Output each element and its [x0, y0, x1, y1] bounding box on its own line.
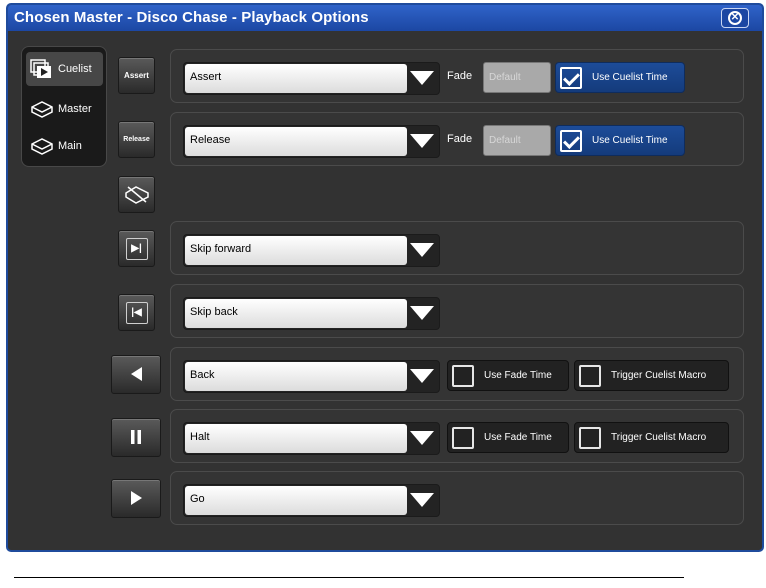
assert-button[interactable]: Assert: [118, 57, 155, 94]
sidebar-item-label: Cuelist: [58, 63, 92, 75]
chevron-down-icon: [410, 369, 434, 383]
assert-dropdown[interactable]: Assert: [183, 62, 440, 95]
sidebar: Cuelist Master Main: [21, 46, 107, 167]
skip-back-icon: |◀︎: [125, 301, 148, 324]
go-button[interactable]: [111, 479, 161, 518]
skip-back-row: Skip back: [170, 284, 744, 338]
dbo-button[interactable]: [118, 176, 155, 213]
master-icon: [30, 99, 54, 119]
skip-back-button[interactable]: |◀︎: [118, 294, 155, 331]
halt-button[interactable]: [111, 418, 161, 457]
go-dropdown[interactable]: Go: [183, 484, 440, 517]
go-row: Go: [170, 471, 744, 525]
close-button[interactable]: ✕: [721, 8, 749, 28]
dropdown-value: Go: [185, 486, 407, 515]
skip-forward-button[interactable]: ▶︎|: [118, 230, 155, 267]
toggle-label: Use Fade Time: [484, 432, 552, 443]
close-icon: ✕: [728, 11, 742, 25]
use-fade-time-toggle[interactable]: Use Fade Time: [447, 422, 569, 453]
pause-icon: [129, 429, 143, 447]
cuelist-icon: [30, 59, 54, 79]
chevron-down-icon: [410, 71, 434, 85]
chevron-down-icon: [410, 306, 434, 320]
sidebar-item-label: Master: [58, 103, 92, 115]
trigger-cuelist-macro-toggle[interactable]: Trigger Cuelist Macro: [574, 422, 729, 453]
dropdown-value: Skip back: [185, 299, 407, 328]
sidebar-item-cuelist[interactable]: Cuelist: [26, 52, 103, 86]
sidebar-item-main[interactable]: Main: [26, 129, 103, 163]
sidebar-item-master[interactable]: Master: [26, 92, 103, 126]
toggle-label: Use Cuelist Time: [592, 135, 668, 146]
use-cuelist-time-toggle[interactable]: Use Cuelist Time: [555, 62, 685, 93]
checkbox-icon: [579, 426, 601, 449]
toggle-label: Trigger Cuelist Macro: [611, 370, 707, 381]
assert-button-label: Assert: [124, 71, 149, 80]
back-row: Back Use Fade Time Trigger Cuelist Macro: [170, 347, 744, 401]
use-cuelist-time-toggle[interactable]: Use Cuelist Time: [555, 125, 685, 156]
chevron-down-icon: [410, 493, 434, 507]
fade-input[interactable]: Default: [483, 125, 551, 156]
dropdown-value: Assert: [185, 64, 407, 93]
checkbox-checked-icon: [560, 66, 582, 89]
toggle-label: Use Fade Time: [484, 370, 552, 381]
fade-label: Fade: [447, 133, 473, 145]
release-dropdown[interactable]: Release: [183, 125, 440, 158]
trigger-cuelist-macro-toggle[interactable]: Trigger Cuelist Macro: [574, 360, 729, 391]
chevron-down-icon: [410, 431, 434, 445]
skip-back-dropdown[interactable]: Skip back: [183, 297, 440, 330]
sidebar-item-label: Main: [58, 140, 82, 152]
toggle-label: Use Cuelist Time: [592, 72, 668, 83]
dropdown-value: Back: [185, 362, 407, 391]
dropdown-value: Halt: [185, 424, 407, 453]
play-icon: [129, 490, 143, 508]
dropdown-value: Skip forward: [185, 236, 407, 265]
halt-dropdown[interactable]: Halt: [183, 422, 440, 455]
halt-row: Halt Use Fade Time Trigger Cuelist Macro: [170, 409, 744, 463]
skip-forward-icon: ▶︎|: [125, 237, 148, 260]
checkbox-checked-icon: [560, 129, 582, 152]
use-fade-time-toggle[interactable]: Use Fade Time: [447, 360, 569, 391]
divider-line: [14, 577, 684, 578]
playback-options-window: Chosen Master - Disco Chase - Playback O…: [6, 3, 764, 552]
assert-row: Assert Fade Default Use Cuelist Time: [170, 49, 744, 103]
release-button[interactable]: Release: [118, 121, 155, 158]
skip-forward-dropdown[interactable]: Skip forward: [183, 234, 440, 267]
back-dropdown[interactable]: Back: [183, 360, 440, 393]
back-button[interactable]: [111, 355, 161, 394]
dropdown-value: Release: [185, 127, 407, 156]
release-button-label: Release: [123, 136, 150, 143]
chevron-down-icon: [410, 243, 434, 257]
checkbox-icon: [452, 364, 474, 387]
window-title: Chosen Master - Disco Chase - Playback O…: [14, 9, 369, 26]
release-row: Release Fade Default Use Cuelist Time: [170, 112, 744, 166]
fade-input[interactable]: Default: [483, 62, 551, 93]
dbo-icon: [124, 183, 150, 207]
checkbox-icon: [452, 426, 474, 449]
title-bar[interactable]: Chosen Master - Disco Chase - Playback O…: [8, 5, 762, 31]
skip-forward-row: Skip forward: [170, 221, 744, 275]
main-icon: [30, 136, 54, 156]
fade-label: Fade: [447, 70, 473, 82]
chevron-down-icon: [410, 134, 434, 148]
toggle-label: Trigger Cuelist Macro: [611, 432, 707, 443]
back-icon: [129, 366, 143, 384]
checkbox-icon: [579, 364, 601, 387]
